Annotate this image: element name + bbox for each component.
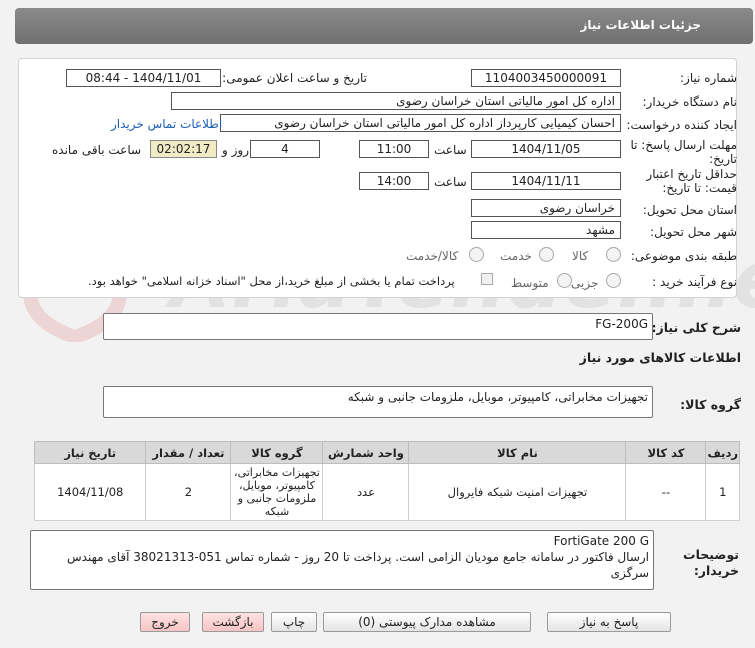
- announce-datetime-field: 1404/11/01 - 08:44: [66, 69, 221, 87]
- province-field: خراسان رضوی: [471, 199, 621, 217]
- deadline-label-line1: مهلت ارسال پاسخ: تا: [630, 138, 737, 152]
- validity-date-field: 1404/11/11: [471, 172, 621, 190]
- exit-button[interactable]: خروج: [140, 612, 190, 632]
- page-title: جزئیات اطلاعات نیاز: [580, 18, 701, 32]
- view-attachments-button[interactable]: مشاهده مدارک پیوستی (0): [323, 612, 531, 632]
- col-header-unit: واحد شمارش: [322, 441, 410, 464]
- col-header-item-name: نام کالا: [408, 441, 627, 464]
- process-option-medium: متوسط: [511, 276, 549, 290]
- cell-unit: عدد: [322, 463, 410, 521]
- announce-label: تاریخ و ساعت اعلان عمومی:: [222, 71, 367, 85]
- deadline-time-field: 11:00: [359, 140, 429, 158]
- summary-field: FG-200G: [103, 313, 653, 340]
- goods-group-label: گروه کالا:: [680, 397, 741, 412]
- need-number-label: شماره نیاز:: [680, 71, 737, 85]
- col-header-need-date: تاریخ نیاز: [33, 441, 147, 464]
- goods-section-title: اطلاعات کالاهای مورد نیاز: [579, 350, 741, 365]
- category-radio-goods-service[interactable]: [469, 247, 484, 262]
- process-radio-minor[interactable]: [606, 273, 621, 288]
- col-header-quantity: تعداد / مقدار: [145, 441, 232, 464]
- summary-label: شرح کلی نیاز:: [651, 320, 741, 335]
- col-header-item-code: کد کالا: [625, 441, 707, 464]
- days-remaining-field: 4: [250, 140, 320, 158]
- process-option-minor: جزیی: [571, 276, 599, 290]
- category-label: طبقه بندی موضوعی:: [630, 249, 737, 263]
- table-row: 1 -- تجهیزات امنیت شبکه فایروال عدد تجهی…: [33, 463, 740, 521]
- city-field: مشهد: [471, 221, 621, 239]
- cell-item-name: تجهیزات امنیت شبکه فایروال: [408, 463, 627, 521]
- city-label: شهر محل تحویل:: [650, 225, 737, 239]
- category-option-goods-service: کالا/خدمت: [406, 249, 459, 263]
- buyer-notes-line2: ارسال فاکتور در سامانه جامع مودیان الزام…: [67, 550, 649, 580]
- cell-item-code: --: [625, 463, 707, 521]
- deadline-label-line2: تاریخ:: [709, 152, 737, 166]
- process-label: نوع فرآیند خرید :: [652, 275, 737, 289]
- remaining-time-label: ساعت باقی مانده: [52, 143, 142, 157]
- cell-row-number: 1: [705, 463, 740, 521]
- province-label: استان محل تحویل:: [642, 203, 737, 217]
- validity-time-label: ساعت: [434, 175, 467, 189]
- remaining-time-field: 02:02:17: [150, 140, 217, 158]
- goods-group-field: تجهیزات مخابراتی، کامپیوتر، موبایل، ملزو…: [103, 386, 653, 418]
- validity-label-line2: قیمت: تا تاریخ:: [662, 181, 737, 195]
- cell-need-date: 1404/11/08: [33, 463, 147, 521]
- category-radio-goods[interactable]: [606, 247, 621, 262]
- treasury-payment-checkbox[interactable]: [481, 273, 493, 285]
- buyer-org-field: اداره کل امور مالیاتی استان خراسان رضوی: [171, 92, 621, 110]
- buyer-notes-field: FortiGate 200 G ارسال فاکتور در سامانه ج…: [30, 530, 654, 590]
- validity-label-line1: حداقل تاریخ اعتبار: [646, 167, 737, 181]
- cell-quantity: 2: [145, 463, 232, 521]
- creator-label: ایجاد کننده درخواست:: [626, 118, 737, 132]
- buyer-org-label: نام دستگاه خریدار:: [642, 95, 738, 109]
- print-button[interactable]: چاپ: [271, 612, 317, 632]
- buyer-notes-label-line2: خریدار:: [693, 563, 739, 578]
- items-table-header-row: ردیف کد کالا نام کالا واحد شمارش گروه کا…: [33, 441, 740, 464]
- process-radio-medium[interactable]: [557, 273, 572, 288]
- deadline-time-label: ساعت: [434, 143, 467, 157]
- items-table: ردیف کد کالا نام کالا واحد شمارش گروه کا…: [33, 441, 740, 521]
- back-button[interactable]: بازگشت: [202, 612, 264, 632]
- need-number-field: 1104003450000091: [471, 69, 621, 87]
- cell-group: تجهیزات مخابراتی، کامپیوتر، موبایل، ملزو…: [230, 463, 324, 521]
- category-option-service: خدمت: [500, 249, 532, 263]
- buyer-notes-label-line1: توضیحات: [683, 547, 739, 562]
- category-radio-service[interactable]: [539, 247, 554, 262]
- deadline-date-field: 1404/11/05: [471, 140, 621, 158]
- page-header: جزئیات اطلاعات نیاز: [15, 8, 753, 44]
- days-label: روز و: [222, 143, 249, 157]
- validity-time-field: 14:00: [359, 172, 429, 190]
- buyer-contact-link[interactable]: اطلاعات تماس خریدار: [111, 117, 222, 131]
- category-option-goods: کالا: [572, 249, 589, 263]
- reply-button[interactable]: پاسخ به نیاز: [547, 612, 671, 632]
- col-header-row-number: ردیف: [705, 441, 740, 464]
- creator-field: احسان کیمیایی کارپرداز اداره کل امور مال…: [220, 114, 621, 132]
- treasury-payment-note: پرداخت تمام یا بخشی از مبلغ خرید،از محل …: [88, 274, 455, 288]
- col-header-group: گروه کالا: [230, 441, 324, 464]
- buyer-notes-line1: FortiGate 200 G: [553, 534, 649, 548]
